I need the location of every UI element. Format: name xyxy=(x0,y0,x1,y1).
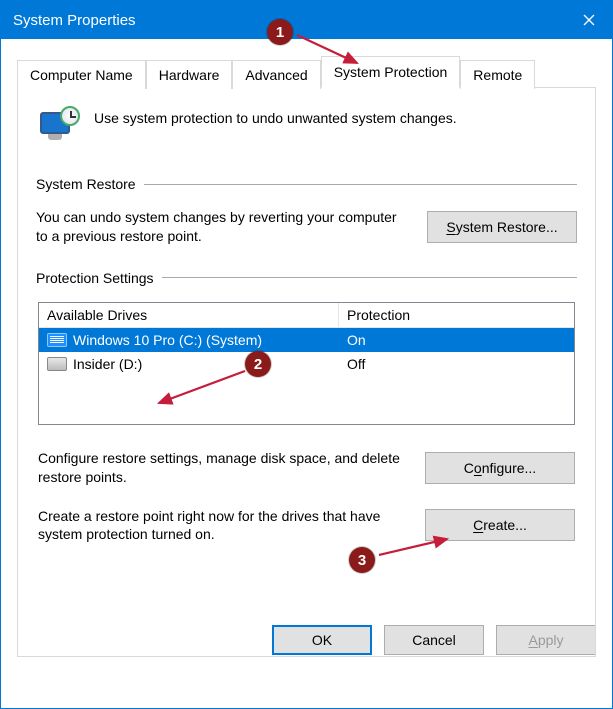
group-divider xyxy=(144,184,577,185)
legend-system-restore: System Restore xyxy=(36,176,136,192)
system-restore-text: You can undo system changes by reverting… xyxy=(36,208,411,246)
tab-advanced[interactable]: Advanced xyxy=(232,60,320,89)
drives-table: Available Drives Protection Windows 10 P… xyxy=(38,302,575,425)
system-properties-dialog: System Properties 1 2 3 Computer Name Ha… xyxy=(0,0,613,709)
tab-system-protection[interactable]: System Protection xyxy=(321,56,461,88)
close-button[interactable] xyxy=(566,1,612,39)
drive-status: Off xyxy=(339,353,574,375)
intro-text: Use system protection to undo unwanted s… xyxy=(94,106,457,126)
drive-row[interactable]: Insider (D:) Off xyxy=(39,352,574,376)
configure-button[interactable]: Configure... xyxy=(425,452,575,484)
group-protection-settings: Protection Settings Available Drives Pro… xyxy=(36,270,577,545)
tab-computer-name[interactable]: Computer Name xyxy=(17,60,146,89)
drive-name: Insider (D:) xyxy=(73,356,142,372)
group-system-restore: System Restore You can undo system chang… xyxy=(36,176,577,246)
legend-protection-settings: Protection Settings xyxy=(36,270,154,286)
tab-hardware[interactable]: Hardware xyxy=(146,60,233,89)
group-divider xyxy=(162,277,577,278)
tab-panel-system-protection: Use system protection to undo unwanted s… xyxy=(17,87,596,657)
drives-table-body: Windows 10 Pro (C:) (System) On Insider … xyxy=(39,328,574,424)
drives-table-header: Available Drives Protection xyxy=(39,303,574,328)
window-title: System Properties xyxy=(13,12,136,29)
create-text: Create a restore point right now for the… xyxy=(38,507,409,545)
titlebar: System Properties xyxy=(1,1,612,39)
close-icon xyxy=(583,14,595,26)
drive-name: Windows 10 Pro (C:) (System) xyxy=(73,332,262,348)
drive-row[interactable]: Windows 10 Pro (C:) (System) On xyxy=(39,328,574,352)
configure-text: Configure restore settings, manage disk … xyxy=(38,449,409,487)
tab-remote[interactable]: Remote xyxy=(460,60,535,89)
drive-system-icon xyxy=(47,333,67,347)
drive-hdd-icon xyxy=(47,357,67,371)
system-protection-icon xyxy=(36,106,80,146)
system-restore-button[interactable]: System Restore... xyxy=(427,211,577,243)
drive-status: On xyxy=(339,329,574,351)
column-protection[interactable]: Protection xyxy=(339,303,574,328)
column-available-drives[interactable]: Available Drives xyxy=(39,303,339,328)
tab-strip: Computer Name Hardware Advanced System P… xyxy=(17,55,596,87)
create-button[interactable]: Create... xyxy=(425,509,575,541)
